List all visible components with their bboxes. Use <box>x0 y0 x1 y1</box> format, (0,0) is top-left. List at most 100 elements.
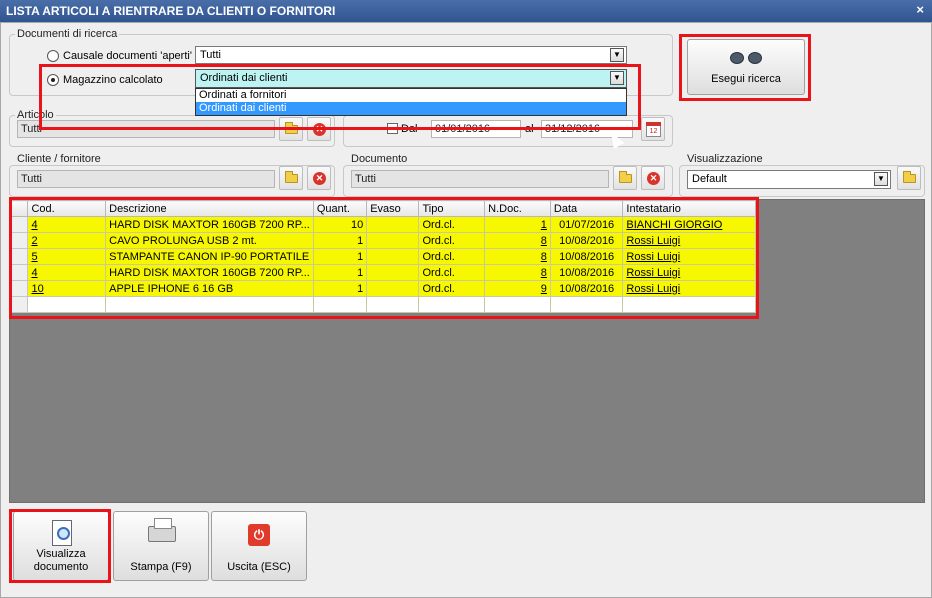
magazzino-select-value: Ordinati dai clienti <box>200 72 288 84</box>
cell-cod[interactable]: 4 <box>27 264 107 281</box>
dropdown-option-selected[interactable]: Ordinati dai clienti <box>196 102 626 115</box>
cell-tipo: Ord.cl. <box>418 232 486 249</box>
visualizzazione-browse-button[interactable] <box>897 166 921 190</box>
exit-label: Uscita (ESC) <box>227 561 291 573</box>
articolo-field[interactable]: Tutti <box>17 120 275 138</box>
cell-tipo: Ord.cl. <box>418 280 486 297</box>
window-title: LISTA ARTICOLI A RIENTRARE DA CLIENTI O … <box>6 4 336 18</box>
documento-legend: Documento <box>349 153 410 165</box>
power-icon: ⏻ <box>248 524 270 546</box>
dropdown-option[interactable]: Ordinati a fornitori <box>196 89 626 102</box>
cell-tipo: Ord.cl. <box>418 264 486 281</box>
cliente-browse-button[interactable] <box>279 166 303 190</box>
window-titlebar: LISTA ARTICOLI A RIENTRARE DA CLIENTI O … <box>0 0 932 22</box>
col-header-ndoc[interactable]: N.Doc. <box>484 200 551 217</box>
folder-icon <box>903 171 916 183</box>
cell-desc: STAMPANTE CANON IP-90 PORTATILE <box>105 248 314 265</box>
cell-cod[interactable]: 4 <box>27 216 107 233</box>
cell-intestatario[interactable]: Rossi Luigi <box>622 264 756 281</box>
articolo-browse-button[interactable] <box>279 117 303 141</box>
document-search-icon <box>52 520 72 546</box>
close-icon: ✕ <box>313 123 326 136</box>
cell-desc: HARD DISK MAXTOR 160GB 7200 RP... <box>105 264 314 281</box>
table-header-row: Cod. Descrizione Quant. Evaso Tipo N.Doc… <box>9 200 756 217</box>
cell-intestatario[interactable]: Rossi Luigi <box>622 232 756 249</box>
close-icon[interactable]: × <box>916 2 924 17</box>
chevron-down-icon[interactable]: ▼ <box>610 71 624 85</box>
cell-cod[interactable]: 10 <box>27 280 107 297</box>
print-label: Stampa (F9) <box>130 561 192 573</box>
documento-browse-button[interactable] <box>613 166 637 190</box>
cell-qty: 10 <box>312 216 368 233</box>
view-document-button[interactable]: Visualizza documento <box>13 511 109 581</box>
cell-qty: 1 <box>312 232 368 249</box>
cell-cod[interactable]: 2 <box>27 232 107 249</box>
col-header-intestatario[interactable]: Intestatario <box>622 200 756 217</box>
cell-cod[interactable]: 5 <box>27 248 107 265</box>
documento-clear-button[interactable]: ✕ <box>641 166 665 190</box>
col-header-data[interactable]: Data <box>549 200 624 217</box>
execute-search-label: Esegui ricerca <box>711 73 781 85</box>
magazzino-select[interactable]: Ordinati dai clienti ▼ <box>195 69 627 88</box>
cell-evaso <box>366 280 420 297</box>
col-header-evaso[interactable]: Evaso <box>366 200 420 217</box>
results-grid-area: Cod. Descrizione Quant. Evaso Tipo N.Doc… <box>9 199 925 503</box>
close-icon: ✕ <box>647 172 660 185</box>
exit-button[interactable]: ⏻ Uscita (ESC) <box>211 511 307 581</box>
table-row[interactable]: 10 APPLE IPHONE 6 16 GB 1 Ord.cl. 9 10/0… <box>9 280 756 297</box>
print-button[interactable]: Stampa (F9) <box>113 511 209 581</box>
causale-select-value: Tutti <box>200 49 221 61</box>
col-header-tipo[interactable]: Tipo <box>418 200 486 217</box>
chevron-down-icon[interactable]: ▼ <box>610 48 624 62</box>
cell-intestatario[interactable]: Rossi Luigi <box>622 280 756 297</box>
documento-field[interactable]: Tutti <box>351 170 609 188</box>
col-header-descrizione[interactable]: Descrizione <box>105 200 314 217</box>
visualizzazione-legend: Visualizzazione <box>685 153 765 165</box>
table-row[interactable]: 4 HARD DISK MAXTOR 160GB 7200 RP... 10 O… <box>9 216 756 233</box>
chevron-down-icon[interactable]: ▼ <box>874 172 888 186</box>
col-header-quant[interactable]: Quant. <box>312 200 368 217</box>
cell-intestatario[interactable]: BIANCHI GIORGIO <box>622 216 756 233</box>
dal-checkbox[interactable] <box>387 123 398 134</box>
cell-ndoc[interactable]: 9 <box>484 280 551 297</box>
folder-icon <box>619 171 632 183</box>
visualizzazione-select[interactable]: Default ▼ <box>687 170 891 189</box>
view-document-label-line1: Visualizza <box>36 548 86 560</box>
search-docs-legend: Documenti di ricerca <box>15 28 120 40</box>
radio-magazzino[interactable] <box>47 74 59 86</box>
articolo-clear-button[interactable]: ✕ <box>307 117 331 141</box>
execute-search-button[interactable]: Esegui ricerca <box>687 39 805 95</box>
col-header-cod[interactable]: Cod. <box>27 200 107 217</box>
table-row-empty[interactable] <box>9 296 756 313</box>
cell-evaso <box>366 248 420 265</box>
radio-causale-label: Causale documenti 'aperti' <box>63 50 192 62</box>
printer-icon <box>148 518 176 542</box>
visualizzazione-select-value: Default <box>692 173 727 185</box>
cell-desc: CAVO PROLUNGA USB 2 mt. <box>105 232 314 249</box>
cliente-field[interactable]: Tutti <box>17 170 275 188</box>
row-indicator-header <box>9 200 29 217</box>
cell-evaso <box>366 264 420 281</box>
cell-data: 10/08/2016 <box>549 232 624 249</box>
date-from-input[interactable]: 01/01/2016 <box>431 120 521 138</box>
table-row[interactable]: 2 CAVO PROLUNGA USB 2 mt. 1 Ord.cl. 8 10… <box>9 232 756 249</box>
dal-label: Dal <box>401 123 418 135</box>
magazzino-dropdown-list: Ordinati a fornitori Ordinati dai client… <box>195 88 627 116</box>
cell-ndoc[interactable]: 8 <box>484 232 551 249</box>
table-row[interactable]: 5 STAMPANTE CANON IP-90 PORTATILE 1 Ord.… <box>9 248 756 265</box>
calendar-button[interactable]: 12 <box>641 117 665 141</box>
cell-intestatario[interactable]: Rossi Luigi <box>622 248 756 265</box>
table-row[interactable]: 4 HARD DISK MAXTOR 160GB 7200 RP... 1 Or… <box>9 264 756 281</box>
cell-data: 10/08/2016 <box>549 248 624 265</box>
cell-evaso <box>366 216 420 233</box>
cell-qty: 1 <box>312 280 368 297</box>
close-icon: ✕ <box>313 172 326 185</box>
cell-ndoc[interactable]: 8 <box>484 248 551 265</box>
main-window: Documenti di ricerca Causale documenti '… <box>0 22 932 598</box>
view-document-label: Visualizza documento <box>14 548 108 574</box>
cell-ndoc[interactable]: 1 <box>484 216 551 233</box>
cell-ndoc[interactable]: 8 <box>484 264 551 281</box>
cliente-clear-button[interactable]: ✕ <box>307 166 331 190</box>
causale-select[interactable]: Tutti ▼ <box>195 46 627 64</box>
radio-causale[interactable] <box>47 50 59 62</box>
